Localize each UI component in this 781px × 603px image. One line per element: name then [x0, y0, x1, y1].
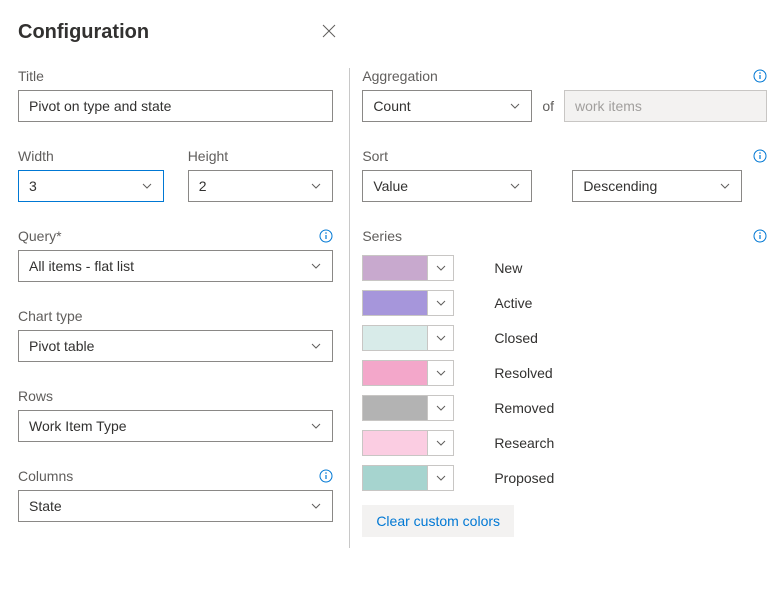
series-list: New Active Closed Resolved Removed Research Pr…	[362, 250, 767, 495]
chart-type-value: Pivot table	[29, 338, 94, 354]
columns-label: Columns	[18, 468, 73, 484]
of-label: of	[542, 98, 554, 114]
aggregation-field-group: Aggregation Count of	[362, 68, 767, 122]
query-label: Query*	[18, 228, 62, 244]
sort-direction-value: Descending	[583, 178, 657, 194]
chevron-down-icon	[427, 431, 453, 455]
rows-label: Rows	[18, 388, 333, 404]
chevron-down-icon	[719, 180, 731, 192]
series-label: Series	[362, 228, 402, 244]
chevron-down-icon	[310, 260, 322, 272]
info-icon[interactable]	[319, 469, 333, 483]
color-swatch	[363, 396, 427, 420]
chevron-down-icon	[427, 256, 453, 280]
rows-field-group: Rows Work Item Type	[18, 388, 333, 442]
series-color-picker[interactable]	[362, 255, 454, 281]
series-color-picker[interactable]	[362, 465, 454, 491]
title-input[interactable]	[18, 90, 333, 122]
series-item: Research	[362, 425, 767, 460]
color-swatch	[363, 431, 427, 455]
color-swatch	[363, 466, 427, 490]
series-color-picker[interactable]	[362, 290, 454, 316]
query-value: All items - flat list	[29, 258, 134, 274]
chevron-down-icon	[509, 180, 521, 192]
chevron-down-icon	[310, 420, 322, 432]
info-icon[interactable]	[753, 149, 767, 163]
width-field-group: Width 3	[18, 148, 164, 202]
chevron-down-icon	[427, 466, 453, 490]
height-select[interactable]: 2	[188, 170, 334, 202]
color-swatch	[363, 361, 427, 385]
series-item: Closed	[362, 320, 767, 355]
title-field-group: Title	[18, 68, 333, 122]
series-item: Active	[362, 285, 767, 320]
chevron-down-icon	[310, 180, 322, 192]
series-color-picker[interactable]	[362, 360, 454, 386]
series-item: Removed	[362, 390, 767, 425]
series-item: Proposed	[362, 460, 767, 495]
sort-direction-select[interactable]: Descending	[572, 170, 742, 202]
series-item-label: Proposed	[494, 470, 554, 486]
columns-field-group: Columns State	[18, 468, 333, 522]
series-item-label: Research	[494, 435, 554, 451]
height-value: 2	[199, 178, 207, 194]
columns-value: State	[29, 498, 62, 514]
close-icon	[321, 23, 337, 42]
title-label: Title	[18, 68, 333, 84]
query-select[interactable]: All items - flat list	[18, 250, 333, 282]
chevron-down-icon	[141, 180, 153, 192]
series-color-picker[interactable]	[362, 395, 454, 421]
right-panel: Aggregation Count of	[358, 68, 781, 548]
chevron-down-icon	[310, 340, 322, 352]
sort-field-group: Sort Value Descending	[362, 148, 767, 202]
series-item: New	[362, 250, 767, 285]
chart-type-label: Chart type	[18, 308, 333, 324]
chevron-down-icon	[427, 291, 453, 315]
chevron-down-icon	[427, 361, 453, 385]
chevron-down-icon	[310, 500, 322, 512]
info-icon[interactable]	[753, 229, 767, 243]
info-icon[interactable]	[753, 69, 767, 83]
aggregation-of-input	[564, 90, 767, 122]
aggregation-label: Aggregation	[362, 68, 438, 84]
chart-type-select[interactable]: Pivot table	[18, 330, 333, 362]
chevron-down-icon	[427, 396, 453, 420]
left-panel: Title Width 3 Height 2	[18, 68, 341, 548]
sort-by-value: Value	[373, 178, 408, 194]
sort-by-select[interactable]: Value	[362, 170, 532, 202]
sort-label: Sort	[362, 148, 388, 164]
dialog-title: Configuration	[18, 21, 149, 44]
series-item-label: New	[494, 260, 522, 276]
chevron-down-icon	[509, 100, 521, 112]
width-select[interactable]: 3	[18, 170, 164, 202]
color-swatch	[363, 326, 427, 350]
rows-select[interactable]: Work Item Type	[18, 410, 333, 442]
width-value: 3	[29, 178, 37, 194]
rows-value: Work Item Type	[29, 418, 127, 434]
color-swatch	[363, 256, 427, 280]
query-field-group: Query* All items - flat list	[18, 228, 333, 282]
columns-select[interactable]: State	[18, 490, 333, 522]
series-color-picker[interactable]	[362, 430, 454, 456]
vertical-divider	[349, 68, 350, 548]
dialog-header: Configuration	[18, 18, 343, 46]
clear-custom-colors-button[interactable]: Clear custom colors	[362, 505, 514, 537]
color-swatch	[363, 291, 427, 315]
series-field-group: Series New Active Closed Resolved Removed Res…	[362, 228, 767, 537]
series-item-label: Resolved	[494, 365, 552, 381]
chevron-down-icon	[427, 326, 453, 350]
width-label: Width	[18, 148, 164, 164]
series-item-label: Closed	[494, 330, 538, 346]
aggregation-select[interactable]: Count	[362, 90, 532, 122]
height-label: Height	[188, 148, 334, 164]
series-item: Resolved	[362, 355, 767, 390]
aggregation-value: Count	[373, 98, 410, 114]
close-button[interactable]	[315, 18, 343, 46]
series-item-label: Active	[494, 295, 532, 311]
height-field-group: Height 2	[188, 148, 334, 202]
info-icon[interactable]	[319, 229, 333, 243]
series-color-picker[interactable]	[362, 325, 454, 351]
series-item-label: Removed	[494, 400, 554, 416]
chart-type-field-group: Chart type Pivot table	[18, 308, 333, 362]
